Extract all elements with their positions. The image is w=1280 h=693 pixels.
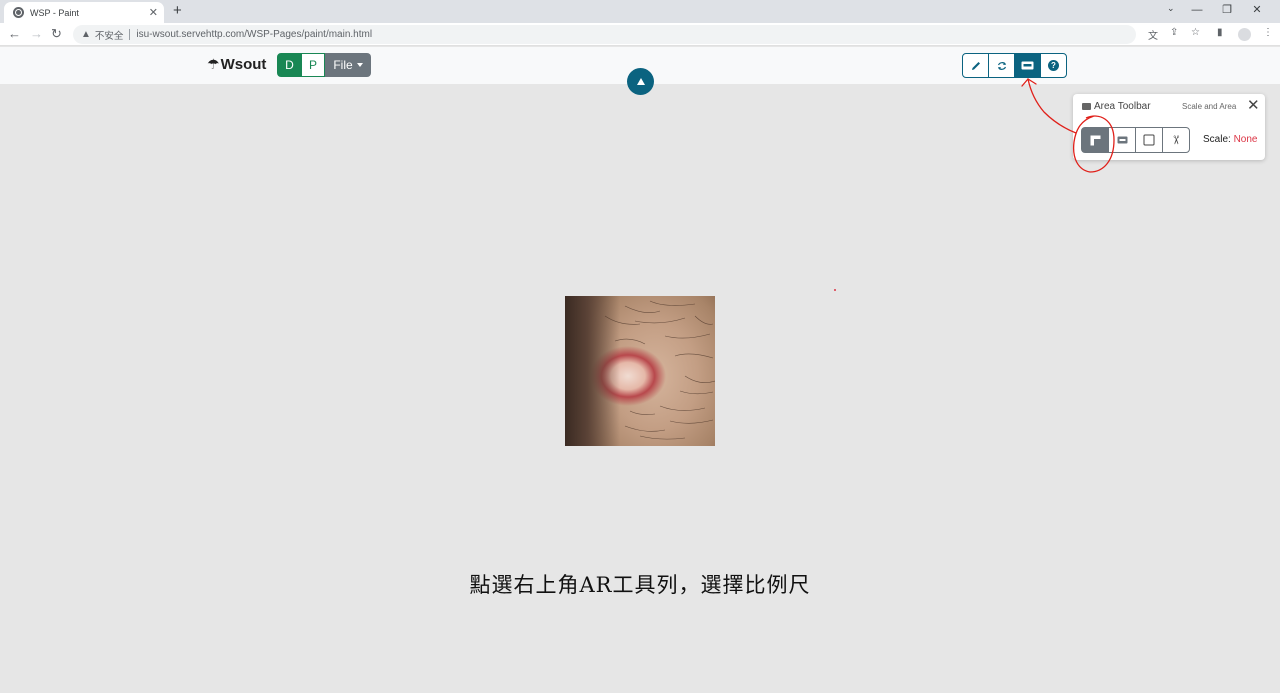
umbrella-icon: ☂ [207, 56, 220, 72]
photo-hair-texture [604, 300, 715, 440]
tool-button-group: ? [962, 53, 1067, 78]
file-dropdown-button[interactable]: File [325, 53, 371, 77]
instruction-caption: 點選右上角AR工具列，選擇比例尺 [469, 573, 811, 597]
tab-close-icon[interactable]: ✕ [149, 6, 158, 19]
reload-icon[interactable]: ↻ [51, 26, 62, 42]
window-controls: — ❐ ✕ [1182, 2, 1272, 19]
annotation-arrow [1021, 78, 1077, 134]
profile-avatar-icon[interactable] [1238, 28, 1251, 41]
refresh-tool-button[interactable] [988, 53, 1015, 78]
close-window-icon[interactable]: ✕ [1242, 2, 1272, 19]
help-icon: ? [1048, 60, 1059, 71]
security-label[interactable]: 不安全 [95, 28, 124, 42]
file-label: File [333, 58, 353, 72]
ar-icon [1082, 103, 1091, 110]
restore-icon[interactable]: ❐ [1212, 2, 1242, 19]
area-toolbar-subtitle: Scale and Area [1182, 102, 1237, 111]
browser-tab-strip: WSP - Paint ✕ + ⌄ — ❐ ✕ [0, 0, 1280, 23]
collapse-toggle-button[interactable] [627, 68, 654, 95]
warning-icon[interactable]: ▲ [81, 29, 91, 40]
canvas-marker-dot [834, 289, 836, 291]
ar-toolbar-button[interactable] [1014, 53, 1041, 78]
tab-search-icon[interactable]: ⌄ [1167, 3, 1175, 14]
share-icon[interactable]: ⇪ [1170, 27, 1178, 38]
translate-icon[interactable]: 文 [1148, 27, 1158, 42]
omnibox[interactable]: ▲ 不安全 isu-wsout.servehttp.com/WSP-Pages/… [73, 25, 1136, 44]
back-icon[interactable]: ← [8, 26, 21, 42]
ar-measure-button[interactable] [1108, 127, 1136, 153]
bookmark-star-icon[interactable]: ☆ [1191, 27, 1200, 38]
browser-tab[interactable]: WSP - Paint ✕ [4, 2, 164, 23]
pencil-icon [971, 61, 980, 70]
caret-down-icon [356, 63, 363, 67]
area-button-group: ✂ [1081, 127, 1190, 153]
square-icon [1143, 134, 1155, 146]
tab-title: WSP - Paint [30, 7, 79, 18]
area-square-button[interactable] [1135, 127, 1163, 153]
globe-icon [13, 7, 24, 18]
help-button[interactable]: ? [1040, 53, 1067, 78]
side-panel-icon[interactable]: ▮ [1217, 27, 1223, 38]
d-mode-button[interactable]: D [277, 53, 302, 77]
scale-readout: Scale: None [1203, 134, 1257, 145]
pencil-tool-button[interactable] [962, 53, 989, 78]
mode-button-group: D P File [277, 53, 371, 77]
new-tab-button[interactable]: + [173, 3, 182, 19]
url-text[interactable]: isu-wsout.servehttp.com/WSP-Pages/paint/… [136, 29, 372, 40]
ar-icon [1021, 61, 1034, 70]
brand-name: Wsout [220, 56, 267, 73]
triangle-up-icon [636, 78, 645, 85]
p-mode-button[interactable]: P [302, 53, 325, 77]
wound-photo[interactable] [565, 296, 715, 446]
scale-value: None [1233, 134, 1258, 145]
menu-dots-icon[interactable]: ⋮ [1263, 27, 1273, 38]
forward-icon[interactable]: → [30, 26, 43, 42]
ar-icon [1117, 136, 1127, 144]
scissors-button[interactable]: ✂ [1162, 127, 1190, 153]
close-icon[interactable]: ✕ [1247, 98, 1260, 113]
brand[interactable]: ☂ Wsout [207, 56, 266, 73]
scale-ruler-button[interactable] [1081, 127, 1109, 153]
separator [129, 29, 131, 40]
address-bar: ← → ↻ ▲ 不安全 isu-wsout.servehttp.com/WSP-… [0, 23, 1280, 46]
ruler-icon [1090, 135, 1100, 145]
scissors-icon: ✂ [1169, 134, 1183, 146]
refresh-icon [997, 61, 1006, 70]
area-toolbar-title: Area Toolbar [1094, 101, 1151, 112]
area-toolbar-header: Area Toolbar [1082, 101, 1151, 112]
scale-label: Scale: [1203, 134, 1231, 145]
minimize-icon[interactable]: — [1182, 2, 1212, 19]
area-toolbar-panel: Area Toolbar Scale and Area ✕ ✂ Scale: N… [1073, 94, 1265, 160]
